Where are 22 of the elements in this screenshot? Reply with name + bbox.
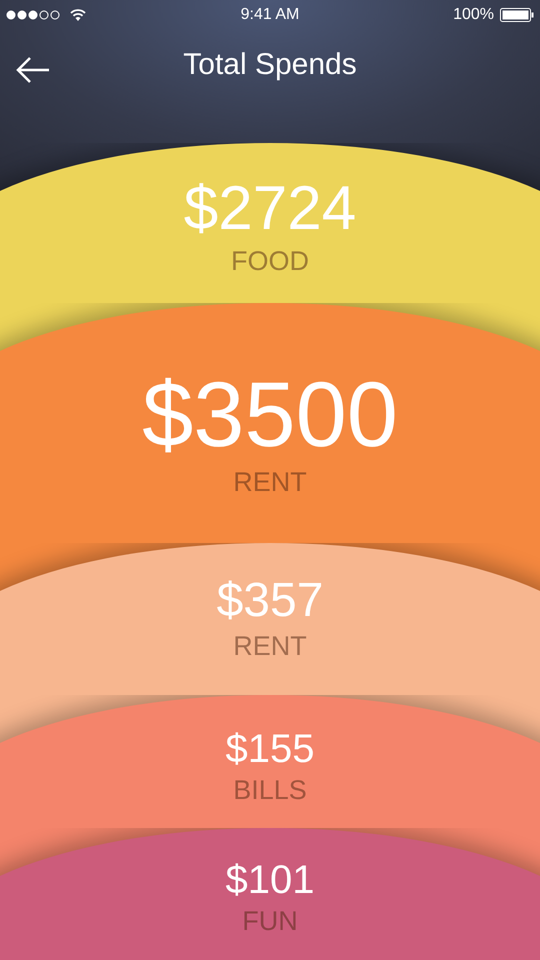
category-label: RENT [233, 469, 307, 496]
category-label: RENT [233, 633, 307, 660]
category-label: BILLS [233, 777, 307, 804]
spend-band[interactable]: $155 BILLS [0, 695, 540, 828]
back-button[interactable] [16, 56, 50, 84]
battery-icon [500, 8, 534, 22]
spend-band[interactable]: $357 RENT [0, 543, 540, 695]
amount: $357 [216, 577, 324, 625]
category-label: FOOD [231, 248, 309, 275]
spend-band[interactable]: $2724 FOOD [0, 143, 540, 303]
signal-icon [6, 10, 62, 20]
battery-percent: 100% [453, 6, 494, 24]
amount: $2724 [184, 178, 356, 240]
category-label: FUN [242, 908, 298, 935]
screen-title: Total Spends [183, 48, 357, 82]
amount: $101 [226, 860, 314, 900]
amount: $155 [226, 729, 314, 769]
spend-band[interactable]: $3500 RENT [0, 303, 540, 543]
wifi-icon [70, 9, 86, 21]
amount: $3500 [142, 369, 398, 461]
status-time: 9:41 AM [240, 6, 300, 24]
spend-band[interactable]: $101 FUN [0, 828, 540, 960]
